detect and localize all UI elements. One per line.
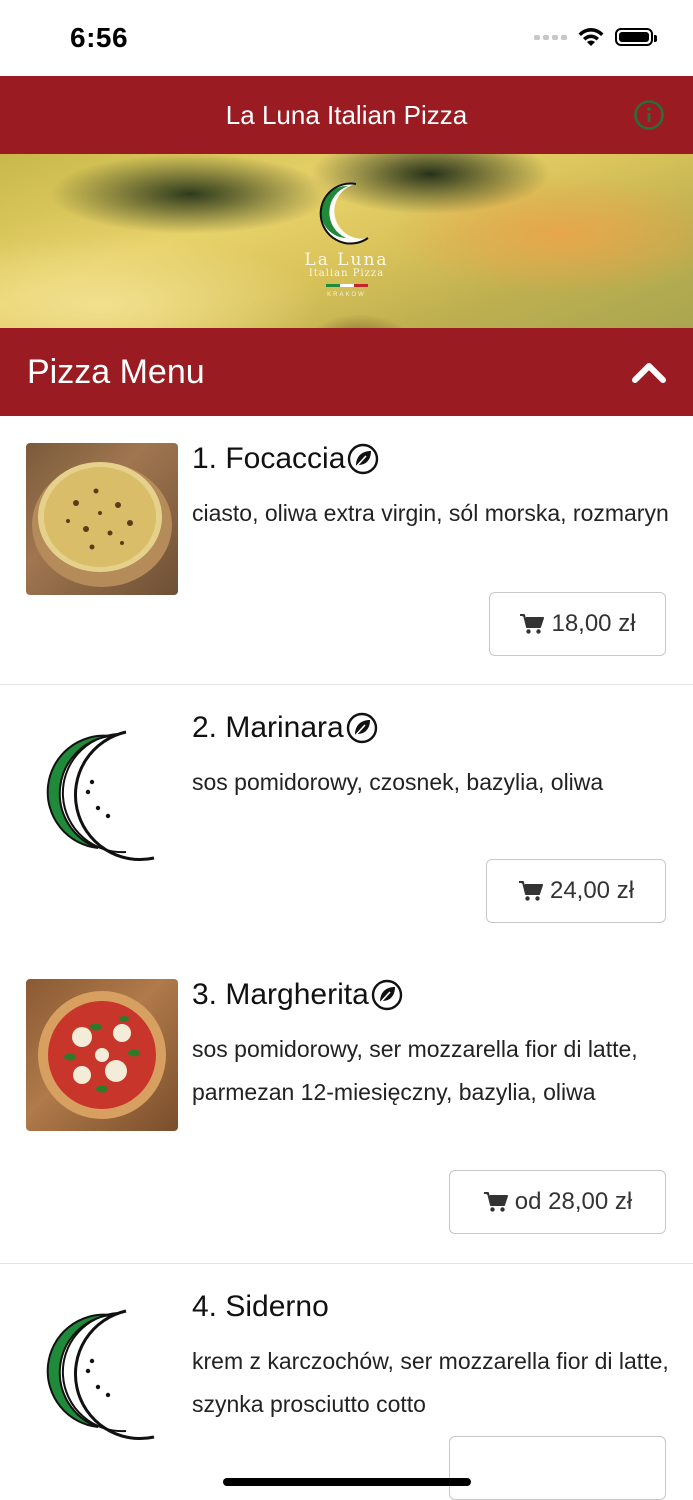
- add-to-cart-button[interactable]: od 28,00 zł: [449, 1170, 666, 1234]
- menu-item[interactable]: 2. Marinara sos pomidorowy, czosnek, baz…: [0, 685, 693, 953]
- add-to-cart-button[interactable]: [449, 1436, 666, 1500]
- menu-item[interactable]: 3. Margherita sos pomidorowy, ser mozzar…: [0, 952, 693, 1264]
- pizza-menu-header[interactable]: Pizza Menu: [0, 328, 693, 416]
- add-to-cart-button[interactable]: 18,00 zł: [489, 592, 666, 656]
- leaf-icon: [346, 712, 377, 744]
- hero-logo-name: La Luna: [304, 250, 389, 270]
- status-time: 6:56: [70, 22, 129, 53]
- cellular-signal-icon: [534, 34, 567, 40]
- menu-item[interactable]: 1. Focaccia ciasto, oliwa extra virgin, …: [0, 416, 693, 685]
- menu-item[interactable]: 4. Siderno krem z karczochów, ser mozzar…: [0, 1264, 693, 1500]
- item-name: 3. Margherita: [192, 978, 403, 1012]
- section-title: Pizza Menu: [27, 353, 205, 391]
- moon-logo: [26, 712, 178, 864]
- cart-icon: [483, 1192, 508, 1212]
- app-header: La Luna Italian Pizza: [0, 76, 693, 154]
- focaccia-photo: [26, 443, 178, 595]
- margherita-photo: [26, 979, 178, 1131]
- battery-icon: [615, 28, 657, 46]
- wifi-icon: [578, 28, 604, 46]
- item-name: 1. Focaccia: [192, 442, 379, 476]
- la-luna-logo: [319, 182, 369, 245]
- info-icon[interactable]: [633, 99, 665, 131]
- add-to-cart-button[interactable]: 24,00 zł: [486, 859, 666, 923]
- item-name: 2. Marinara: [192, 711, 378, 745]
- item-description: sos pomidorowy, czosnek, bazylia, oliwa: [192, 769, 604, 795]
- cart-icon: [518, 881, 543, 901]
- item-name: 4. Siderno: [192, 1290, 329, 1323]
- item-description: sos pomidorowy, ser mozzarella fior di l…: [192, 1036, 638, 1105]
- chevron-up-icon[interactable]: [629, 356, 669, 386]
- item-description: ciasto, oliwa extra virgin, sól morska, …: [192, 500, 669, 526]
- italian-flag-stripe: [326, 284, 368, 287]
- status-icons: [534, 26, 657, 48]
- hero-logo-city: KRAKÓW: [327, 292, 366, 298]
- hero-banner: La Luna Italian Pizza KRAKÓW: [0, 154, 693, 328]
- leaf-icon: [371, 979, 402, 1011]
- app-title: La Luna Italian Pizza: [225, 100, 468, 130]
- home-indicator: [223, 1478, 471, 1486]
- leaf-icon: [348, 443, 379, 475]
- moon-logo: [26, 1291, 178, 1443]
- status-bar: 6:56: [0, 0, 693, 76]
- hero-logo-subtitle: Italian Pizza: [308, 268, 385, 279]
- cart-icon: [520, 614, 545, 634]
- item-description: krem z karczochów, ser mozzarella fior d…: [192, 1348, 669, 1417]
